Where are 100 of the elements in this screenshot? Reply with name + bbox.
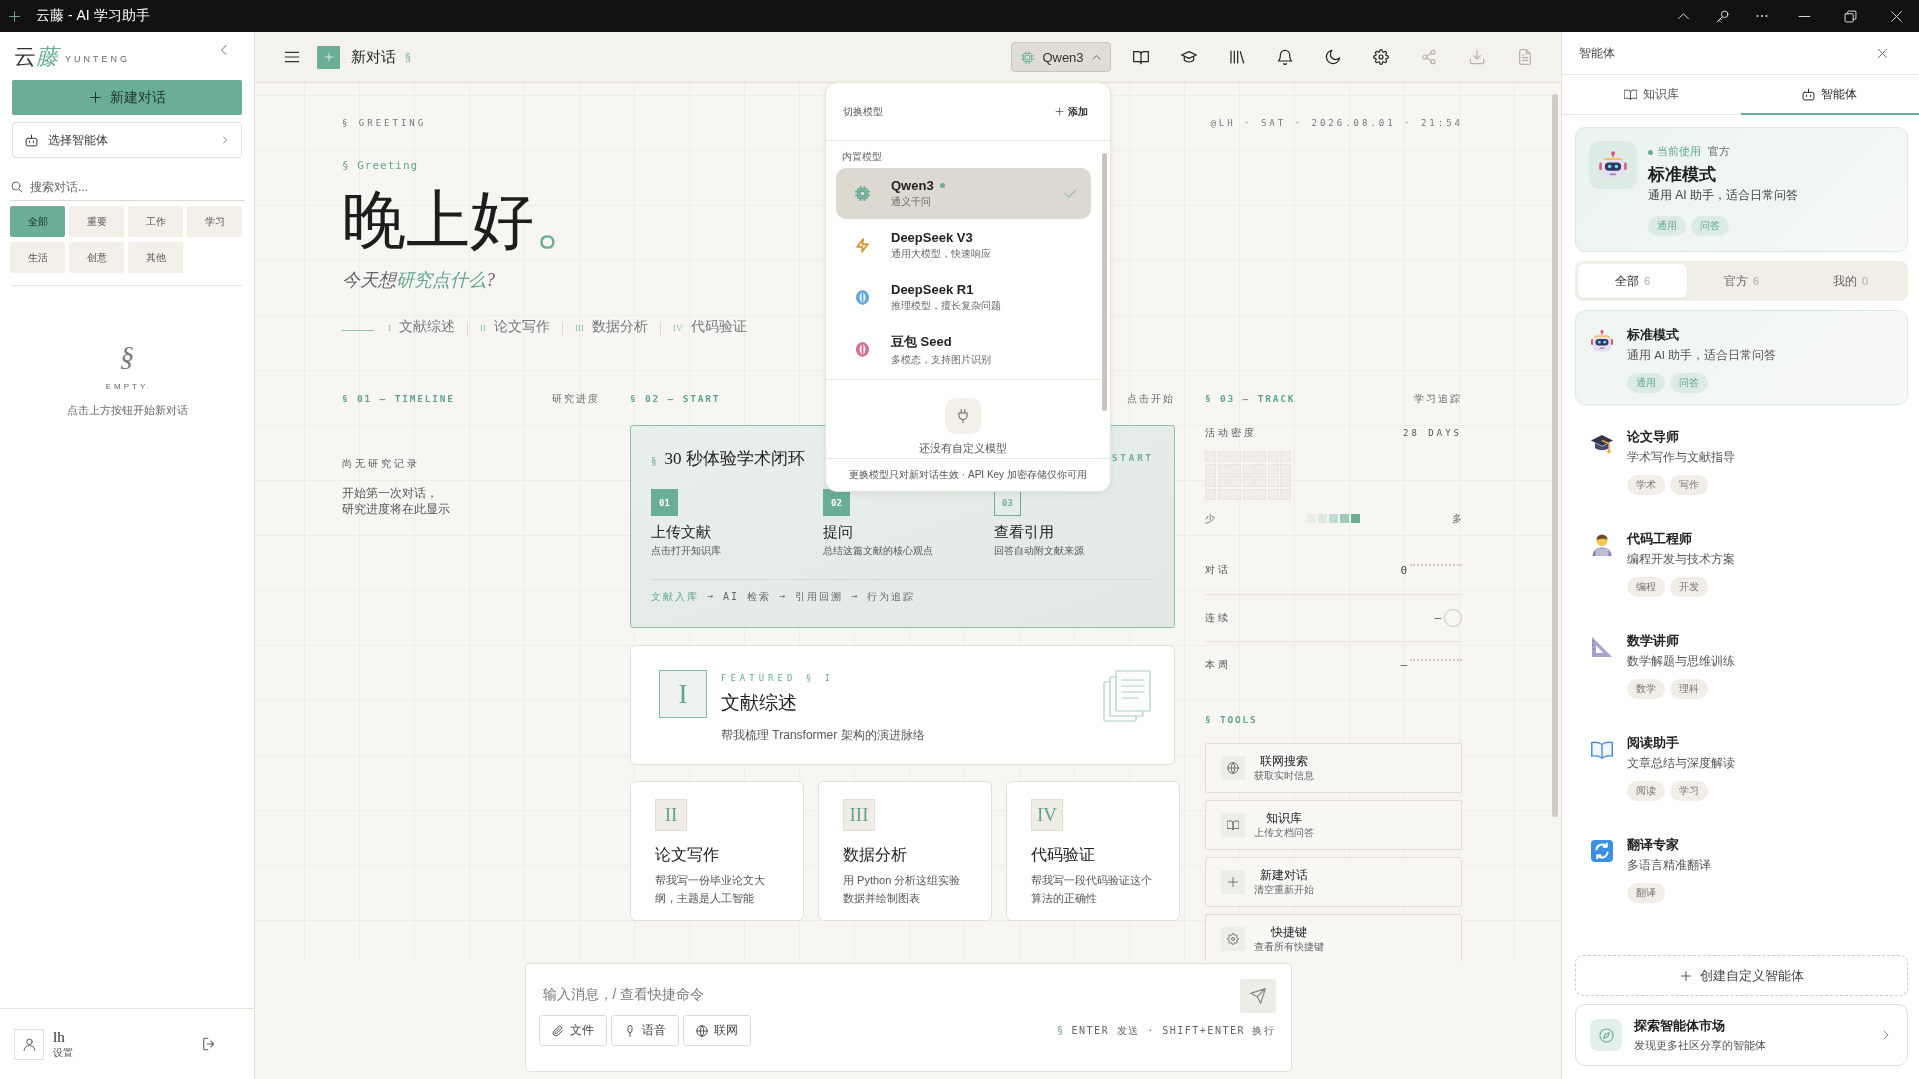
filter-tab[interactable]: 官方 6 xyxy=(1687,264,1796,298)
new-chat-button[interactable]: 新建对话 xyxy=(12,80,242,115)
agent-name: 代码工程师 xyxy=(1627,530,1693,548)
user-avatar-icon[interactable] xyxy=(14,1028,44,1060)
moon-icon[interactable] xyxy=(1324,49,1341,65)
menu-icon[interactable] xyxy=(284,49,300,65)
section-caption: 学习追踪 xyxy=(1414,392,1462,406)
card-title: 论文写作 xyxy=(655,845,720,865)
shortcut-link[interactable]: IV 代码验证 xyxy=(673,318,747,336)
tool-card[interactable]: 知识库 上传文档问答 xyxy=(1205,799,1462,850)
agent-tag: 问答 xyxy=(1691,216,1729,236)
suggestion-card[interactable]: III 数据分析 用 Python 分析这组实验数据并绘制图表 xyxy=(818,781,992,921)
agent-tag: 学术 xyxy=(1627,475,1665,495)
web-button[interactable]: 联网 xyxy=(682,1015,751,1046)
robot-icon xyxy=(1589,141,1637,189)
filter-chip[interactable]: 全部 xyxy=(10,206,65,237)
tool-card[interactable]: 快捷键 查看所有快捷键 xyxy=(1205,913,1462,961)
settings-link[interactable]: 设置 xyxy=(53,1045,73,1060)
globe-icon xyxy=(695,1024,708,1037)
leader-line xyxy=(1410,658,1462,661)
agent-tag: 学习 xyxy=(1670,781,1708,801)
filter-chip[interactable]: 工作 xyxy=(128,206,183,237)
suggestion-card[interactable]: II 论文写作 帮我写一份毕业论文大纲，主题是人工智能 xyxy=(630,781,804,921)
agent-tag: 通用 xyxy=(1627,373,1665,393)
send-button[interactable] xyxy=(1239,979,1276,1013)
documents-icon xyxy=(1103,670,1151,722)
numeral-tile: I xyxy=(659,670,707,718)
restore-icon[interactable] xyxy=(1843,9,1857,23)
tool-desc: 获取实时信息 xyxy=(1254,769,1314,782)
numeral-tile: II xyxy=(655,799,687,831)
shortcut-link[interactable]: I 文献综述 xyxy=(388,318,455,336)
filter-tab[interactable]: 我的 0 xyxy=(1796,264,1905,298)
filter-chip[interactable]: 重要 xyxy=(69,206,124,237)
voice-button[interactable]: 语音 xyxy=(610,1015,679,1046)
date-meta: @LH · SAT · 2026.08.01 · 21:54 xyxy=(1210,117,1463,130)
settings-icon[interactable] xyxy=(1372,49,1389,65)
graduation-cap-icon[interactable] xyxy=(1180,49,1197,65)
user-name: lh xyxy=(53,1028,66,1045)
numeral-tile: IV xyxy=(1031,799,1063,831)
greeting-prompt: 今天想研究点什么? xyxy=(342,269,495,292)
group-label: 内置模型 xyxy=(841,150,882,164)
flow-step: 文献入库 xyxy=(651,590,699,604)
create-agent-button[interactable]: 创建自定义智能体 xyxy=(1575,955,1908,996)
agent-card[interactable]: 阅读助手 文章总结与深度解读 阅读 学习 xyxy=(1575,718,1908,813)
model-option[interactable]: Qwen3 通义千问 xyxy=(836,168,1091,219)
agent-name: 数学讲师 xyxy=(1627,632,1680,650)
section-heading: § 03 — TRACK xyxy=(1205,392,1296,406)
attach-button[interactable]: 文件 xyxy=(538,1015,607,1046)
model-option[interactable]: DeepSeek R1 推理模型，擅长复杂问题 xyxy=(836,272,1091,323)
filter-chip[interactable]: 创意 xyxy=(69,242,124,273)
filter-chip[interactable]: 其他 xyxy=(128,242,183,273)
model-option[interactable]: DeepSeek V3 通用大模型，快速响应 xyxy=(836,220,1091,271)
agent-card[interactable]: 翻译专家 多语言精准翻译 翻译 xyxy=(1575,820,1908,915)
paperclip-icon xyxy=(551,1024,564,1037)
search-field[interactable]: 搜索对话... xyxy=(30,178,244,196)
model-desc: 通义千问 xyxy=(891,195,932,209)
card-desc: 帮我写一份毕业论文大纲，主题是人工智能 xyxy=(655,873,766,906)
agent-picker[interactable]: 选择智能体 xyxy=(12,122,242,158)
book-icon[interactable] xyxy=(1132,49,1149,65)
agent-tag: 开发 xyxy=(1670,577,1708,597)
tool-card[interactable]: 联网搜索 获取实时信息 xyxy=(1205,742,1462,793)
featured-card[interactable]: I FEATURED § I 文献综述 帮我梳理 Transformer 架构的演进脉络 xyxy=(630,645,1175,765)
filter-chip[interactable]: 学习 xyxy=(187,206,242,237)
agent-tag: 翻译 xyxy=(1627,883,1665,903)
logout-icon[interactable] xyxy=(202,1037,216,1051)
scrollbar-thumb[interactable] xyxy=(1102,153,1107,411)
agent-card[interactable]: 标准模式 通用 AI 助手，适合日常问答 通用 问答 xyxy=(1575,310,1908,405)
check-icon xyxy=(1064,187,1077,200)
panel-tab[interactable]: 知识库 xyxy=(1562,75,1741,115)
bell-icon[interactable] xyxy=(1276,49,1293,65)
book-icon xyxy=(1221,812,1245,837)
panel-tab[interactable]: 智能体 xyxy=(1740,75,1919,115)
agent-tag: 理科 xyxy=(1670,679,1708,699)
agent-card[interactable]: 数学讲师 数学解题与思维训练 数学 理科 xyxy=(1575,616,1908,711)
key-icon[interactable] xyxy=(1716,9,1729,23)
suggestion-card[interactable]: IV 代码验证 帮我写一段代码验证这个算法的正确性 xyxy=(1006,781,1180,921)
marketplace-card[interactable]: 探索智能体市场 发现更多社区分享的智能体 xyxy=(1575,1004,1908,1066)
section-caption: 点击开始 xyxy=(1127,392,1175,406)
message-input[interactable]: 输入消息，/ 查看快捷命令 xyxy=(542,981,1240,1007)
step-desc: 总结这篇文献的核心观点 xyxy=(823,544,934,558)
step-title: 查看引用 xyxy=(994,523,1055,541)
filter-tab[interactable]: 全部 6 xyxy=(1578,264,1687,298)
add-model-button[interactable]: 添加 xyxy=(1055,104,1088,119)
agent-card[interactable]: 论文导师 学术写作与文献指导 学术 写作 xyxy=(1575,412,1908,507)
shortcut-link[interactable]: II 论文写作 xyxy=(480,318,550,336)
tool-title: 快捷键 xyxy=(1271,924,1307,939)
agent-card[interactable]: 代码工程师 编程开发与技术方案 编程 开发 xyxy=(1575,514,1908,609)
stat-label: 对话 xyxy=(1205,563,1231,577)
filter-chip[interactable]: 生活 xyxy=(10,242,65,273)
card-title: 代码验证 xyxy=(1031,845,1096,865)
empty-text: 研究进度将在此显示 xyxy=(342,502,450,517)
shortcut-link[interactable]: III 数据分析 xyxy=(575,318,648,336)
agent-name: 阅读助手 xyxy=(1627,734,1680,752)
library-icon[interactable] xyxy=(1228,49,1245,65)
scrollbar-thumb[interactable] xyxy=(1552,94,1558,817)
menu-title: 切换模型 xyxy=(843,104,883,119)
model-option[interactable]: 豆包 Seed 多模态，支持图片识别 xyxy=(836,324,1091,375)
model-selector[interactable]: Qwen3 xyxy=(1011,42,1111,72)
tool-card[interactable]: 新建对话 清空重新开始 xyxy=(1205,856,1462,907)
step-number: 01 xyxy=(651,489,678,516)
